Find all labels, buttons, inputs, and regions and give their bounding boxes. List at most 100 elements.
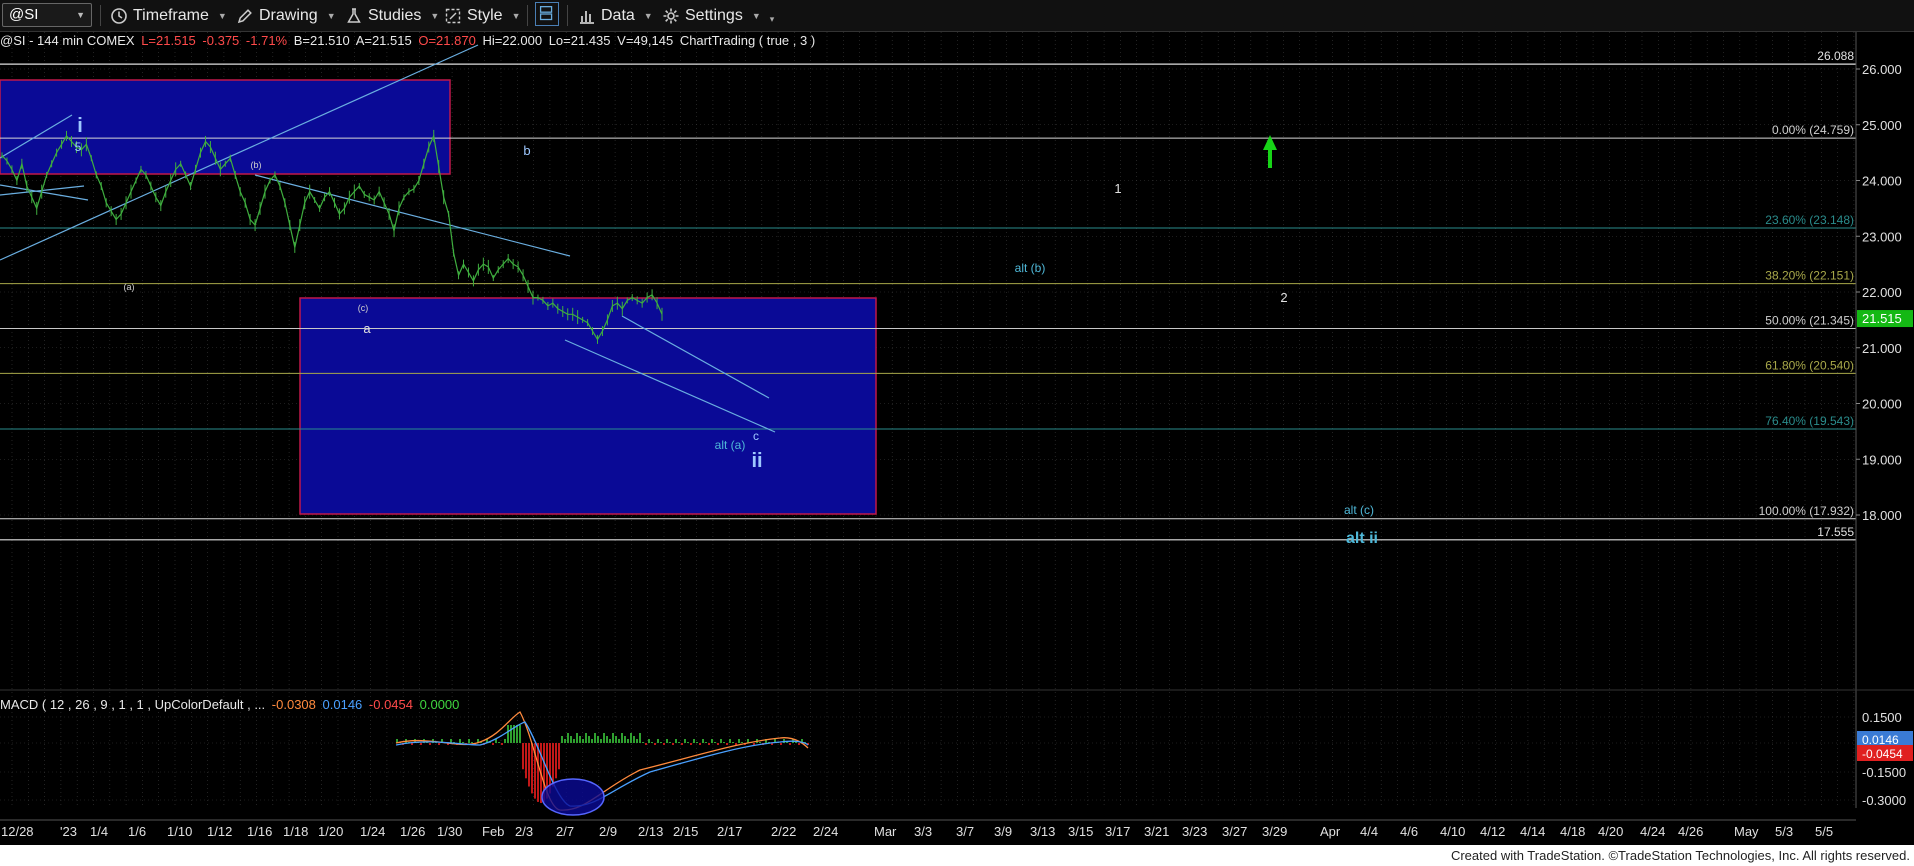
wave-label: (b): [251, 160, 262, 170]
time-axis-label: 3/23: [1182, 824, 1207, 839]
studies-button[interactable]: Studies ▼: [345, 4, 439, 27]
time-axis-label: 3/29: [1262, 824, 1287, 839]
layout-button[interactable]: [535, 1, 559, 26]
macd-signal-marker-label: 0.0146: [1862, 733, 1899, 747]
fib-level-label: 50.00% (21.345): [1765, 314, 1854, 328]
macd-hist-bar: [606, 736, 608, 743]
toolbar-divider: [527, 5, 528, 26]
bar-chart-icon: [578, 7, 596, 25]
chevron-down-icon: ▼: [326, 10, 336, 21]
macd-hist-bar: [555, 743, 557, 779]
style-button[interactable]: Style ▼: [444, 4, 521, 27]
macd-hist-bar: [528, 743, 530, 787]
macd-hist-bar: [798, 743, 800, 745]
studies-label: Studies: [368, 6, 422, 24]
macd-hist-bar: [498, 742, 500, 743]
macd-value: -0.0308: [271, 697, 316, 712]
time-axis-label: 2/15: [673, 824, 698, 839]
macd-hist-bar: [573, 739, 575, 743]
study-text: ChartTrading ( true , 3 ): [679, 33, 816, 48]
target-box: [299, 297, 877, 515]
time-axis-label: 1/10: [167, 824, 192, 839]
time-axis-label: 2/22: [771, 824, 796, 839]
time-axis-label: May: [1734, 824, 1759, 839]
price-axis-label: 26.000: [1862, 62, 1902, 77]
macd-hist-bar: [609, 739, 611, 743]
data-button[interactable]: Data ▼: [578, 4, 653, 27]
macd-hist-bar: [660, 742, 662, 743]
macd-hist-bar: [672, 743, 674, 745]
macd-hist-bar: [702, 739, 704, 743]
volume-text: V=49,145: [617, 33, 674, 48]
price-axis-label: 25.000: [1862, 118, 1902, 133]
toolbar-divider: [567, 5, 568, 26]
time-axis-label: 5/3: [1775, 824, 1793, 839]
data-label: Data: [601, 6, 635, 24]
macd-hist-bar: [561, 736, 563, 743]
macd-hist-bar: [711, 739, 713, 743]
symbol-input[interactable]: @SI ▼: [2, 3, 92, 27]
macd-hist-bar: [648, 739, 650, 743]
drawing-button[interactable]: Drawing ▼: [236, 4, 336, 27]
time-axis-label: Mar: [874, 824, 897, 839]
macd-zero-value: 0.0000: [419, 697, 460, 712]
overflow-icon: ▾: [769, 14, 775, 24]
chevron-down-icon: ▼: [76, 10, 85, 20]
time-axis-label: 1/12: [207, 824, 232, 839]
macd-hist-bar: [759, 742, 761, 743]
chevron-down-icon: ▼: [751, 10, 761, 21]
target-box: [0, 79, 451, 175]
macd-hist-bar: [630, 733, 632, 743]
macd-hist-bar: [789, 743, 791, 745]
time-axis-label: 3/13: [1030, 824, 1055, 839]
time-axis-label: 3/3: [914, 824, 932, 839]
fib-level-label: 0.00% (24.759): [1772, 123, 1854, 137]
macd-hist-bar: [468, 739, 470, 743]
macd-hist-bar: [624, 736, 626, 743]
fib-level-label: 76.40% (19.543): [1765, 414, 1854, 428]
macd-hist-bar: [504, 739, 506, 743]
layout-icon: [535, 1, 559, 26]
macd-hist-bar: [657, 739, 659, 743]
chart-header: @SI - 144 min COMEX L=21.515 -0.375 -1.7…: [0, 33, 818, 48]
clock-icon: [110, 7, 128, 25]
settings-button[interactable]: Settings ▼ ▾: [662, 4, 774, 27]
timeframe-button[interactable]: Timeframe ▼: [110, 4, 227, 27]
last-price-marker-label: 21.515: [1862, 311, 1902, 326]
time-axis-label: 4/10: [1440, 824, 1465, 839]
time-axis-label: 5/5: [1815, 824, 1833, 839]
macd-hist-bar: [531, 743, 533, 794]
symbol-title: @SI - 144 min COMEX: [0, 33, 135, 48]
chevron-down-icon: ▼: [643, 10, 653, 21]
time-axis-label: 1/20: [318, 824, 343, 839]
macd-hist-bar: [663, 743, 665, 745]
macd-hist-bar: [723, 742, 725, 743]
drawing-label: Drawing: [259, 6, 318, 24]
macd-hist-bar: [795, 742, 797, 743]
time-axis-label: 3/15: [1068, 824, 1093, 839]
time-axis-label: 4/20: [1598, 824, 1623, 839]
time-axis-label: 3/7: [956, 824, 974, 839]
style-label: Style: [467, 6, 503, 24]
macd-hist-bar: [687, 742, 689, 743]
price-level-label: 17.555: [1817, 525, 1854, 539]
macd-hist-bar: [567, 733, 569, 743]
open-text: O=21.870: [418, 33, 476, 48]
macd-hist-bar: [438, 743, 440, 745]
low-text: Lo=21.435: [548, 33, 611, 48]
wave-label: (c): [358, 303, 369, 313]
macd-hist-bar: [753, 743, 755, 745]
chevron-down-icon: ▼: [511, 10, 521, 21]
macd-hist-bar: [717, 743, 719, 745]
macd-hist-bar: [654, 743, 656, 745]
macd-hist-bar: [600, 739, 602, 743]
macd-hist-bar: [741, 742, 743, 743]
macd-hist-bar: [678, 742, 680, 743]
price-chart[interactable]: 0.00% (24.759) 23.60% (23.148) 38.20% (22.…: [0, 32, 1914, 844]
macd-hist-bar: [501, 743, 503, 745]
ask-text: A=21.515: [355, 33, 412, 48]
macd-hist-bar: [786, 742, 788, 743]
macd-hist-bar: [633, 736, 635, 743]
macd-hist-bar: [720, 739, 722, 743]
macd-hist-bar: [675, 739, 677, 743]
